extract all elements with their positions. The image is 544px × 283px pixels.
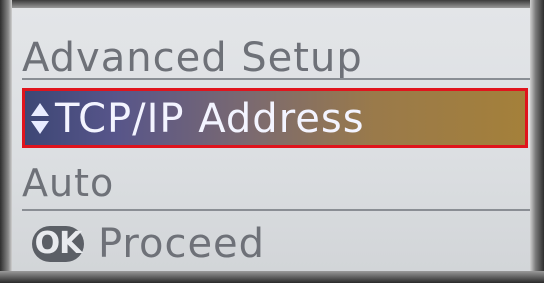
bezel-bottom [0,271,544,283]
ok-button-icon[interactable]: OK [32,226,84,262]
bezel-left [0,0,12,283]
lcd-screen: Advanced Setup TCP/IP Address Auto OK Pr… [12,8,530,271]
bezel-right [530,0,544,283]
footer-divider [22,209,530,211]
proceed-label: Proceed [98,221,266,267]
selected-item-label: TCP/IP Address [55,96,365,142]
printer-lcd-panel: Advanced Setup TCP/IP Address Auto OK Pr… [0,0,544,283]
screen-title: Advanced Setup [22,35,363,81]
down-arrow-icon [31,121,49,134]
up-arrow-icon [31,103,49,116]
selected-menu-item[interactable]: TCP/IP Address [22,88,528,148]
up-down-arrows-icon [29,101,51,137]
title-divider [22,78,530,80]
setting-value: Auto [22,161,115,205]
bezel-top [0,0,544,8]
